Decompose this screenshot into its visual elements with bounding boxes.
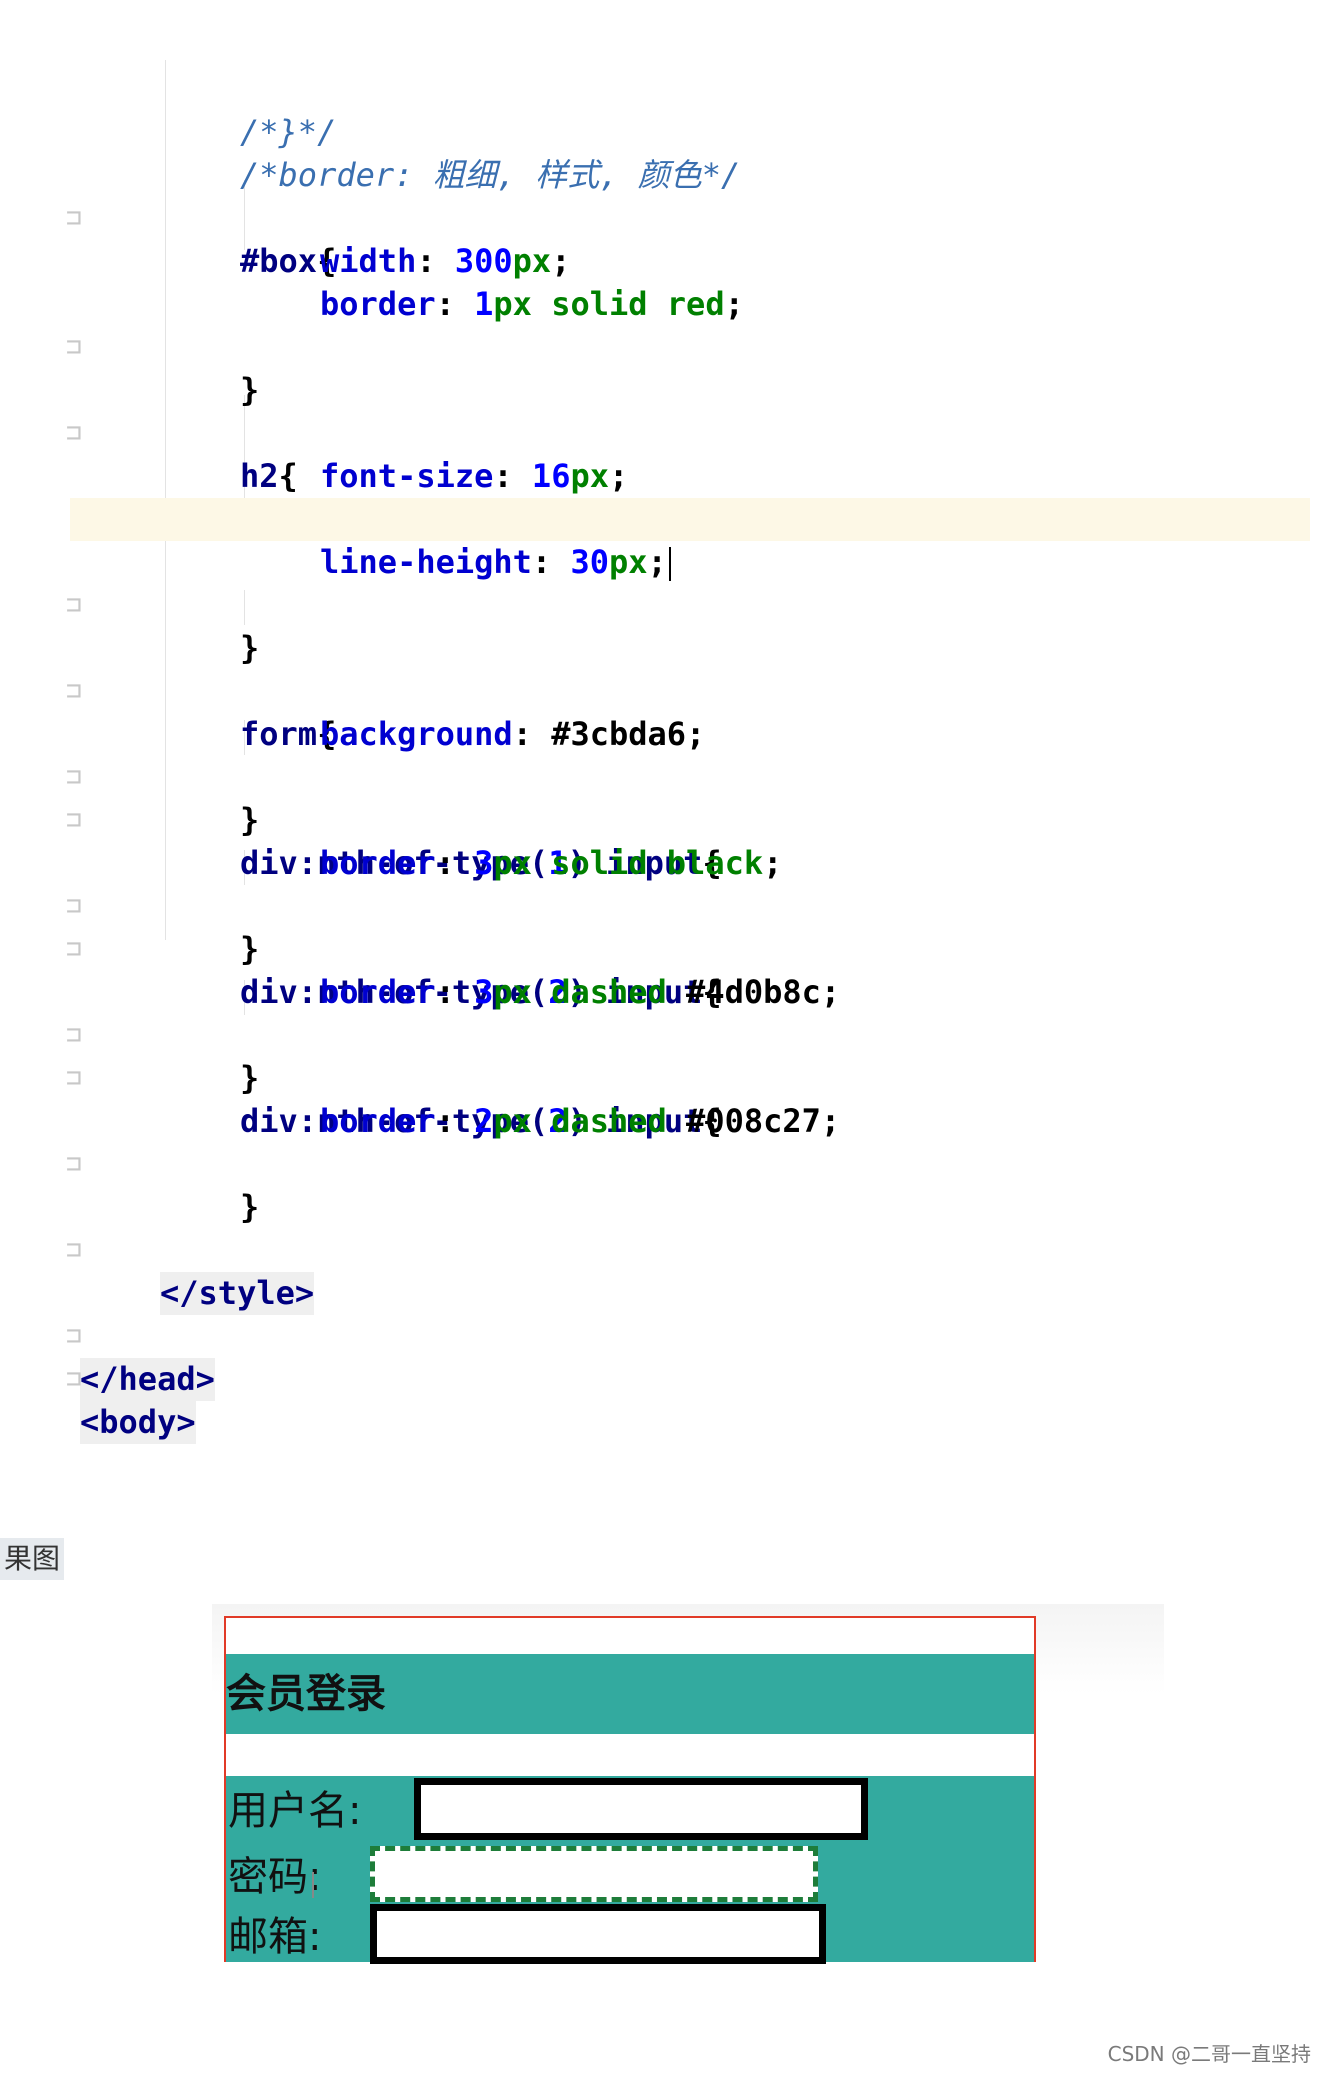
code-line: ⊐ h2{ [0, 369, 1321, 495]
code-line: width: 300px; [320, 242, 571, 280]
result-screenshot: 会员登录 用户名: 密码: 邮箱: [212, 1604, 1164, 1964]
code-line: ⊐ <body> [0, 1315, 1321, 1444]
code-editor: /*}*/ /*border: 粗细, 样式, 颜色*/ ⊐ #box{ wid… [0, 60, 1321, 1444]
fold-end-icon[interactable]: ⊐ [66, 584, 82, 627]
indent-guide [244, 590, 245, 625]
code-line: /*}*/ [0, 68, 1321, 151]
current-code-line: line-height: 30px; [70, 498, 1310, 581]
fold-end-icon[interactable]: ⊐ [66, 1229, 82, 1272]
html-tag: </head> [80, 1358, 215, 1401]
code-line: ⊐ #box{ [0, 154, 1321, 280]
fold-end-icon[interactable]: ⊐ [66, 1143, 82, 1186]
code-line: background-color: #3cbda6; [0, 455, 1321, 538]
code-line: border: 3px dashed #4d0b8c; [320, 973, 841, 1011]
email-input[interactable] [370, 1904, 826, 1964]
fold-icon[interactable]: ⊐ [66, 1358, 82, 1401]
code-line: ⊐ } [0, 713, 1321, 839]
code-line: font-size: 16px; [320, 457, 629, 495]
code-line: border: 1px solid red; [320, 285, 744, 323]
code-line: border: 2px dashed #008c27; [320, 1102, 841, 1140]
username-label: 用户名: [228, 1788, 362, 1834]
html-tag: <body> [80, 1401, 196, 1444]
email-label: 邮箱: [228, 1914, 322, 1960]
code-line: ⊐ } [0, 283, 1321, 409]
code-line: ⊐ </style> [0, 1186, 1321, 1315]
code-line: ⊐ } [0, 971, 1321, 1097]
code-line: border: 3px solid black; [320, 844, 783, 882]
code-line: ⊐ } [0, 1100, 1321, 1226]
code-line: ⊐ </head> [0, 1272, 1321, 1401]
code-line: ⊐ div:nth-of-type(2) input{ [0, 1014, 1321, 1140]
code-line: background: #3cbda6; [320, 715, 706, 753]
code-line: /*border: 粗细, 样式, 颜色*/ [0, 111, 1321, 194]
fold-end-icon[interactable]: ⊐ [66, 326, 82, 369]
password-label: 密码: [228, 1854, 322, 1900]
password-input[interactable] [370, 1846, 818, 1902]
code-line: ⊐ div:nth-of-type(2) input{ [0, 885, 1321, 1011]
login-box: 会员登录 用户名: 密码: 邮箱: [224, 1616, 1036, 1964]
code-line: ⊐ div:nth-of-type(1) input{ [0, 756, 1321, 882]
watermark: CSDN @二哥一直坚持 [1107, 2042, 1311, 2066]
login-title: 会员登录 [226, 1654, 1034, 1734]
code-line: ⊐ } [0, 541, 1321, 667]
login-form: 用户名: 密码: 邮箱: [226, 1776, 1034, 1964]
code-line: ⊐ } [0, 842, 1321, 968]
code-line: ⊐ form{ [0, 627, 1321, 753]
username-input[interactable] [414, 1778, 868, 1840]
text-cursor [312, 1872, 314, 1898]
section-label: 果图 [0, 1538, 65, 1580]
